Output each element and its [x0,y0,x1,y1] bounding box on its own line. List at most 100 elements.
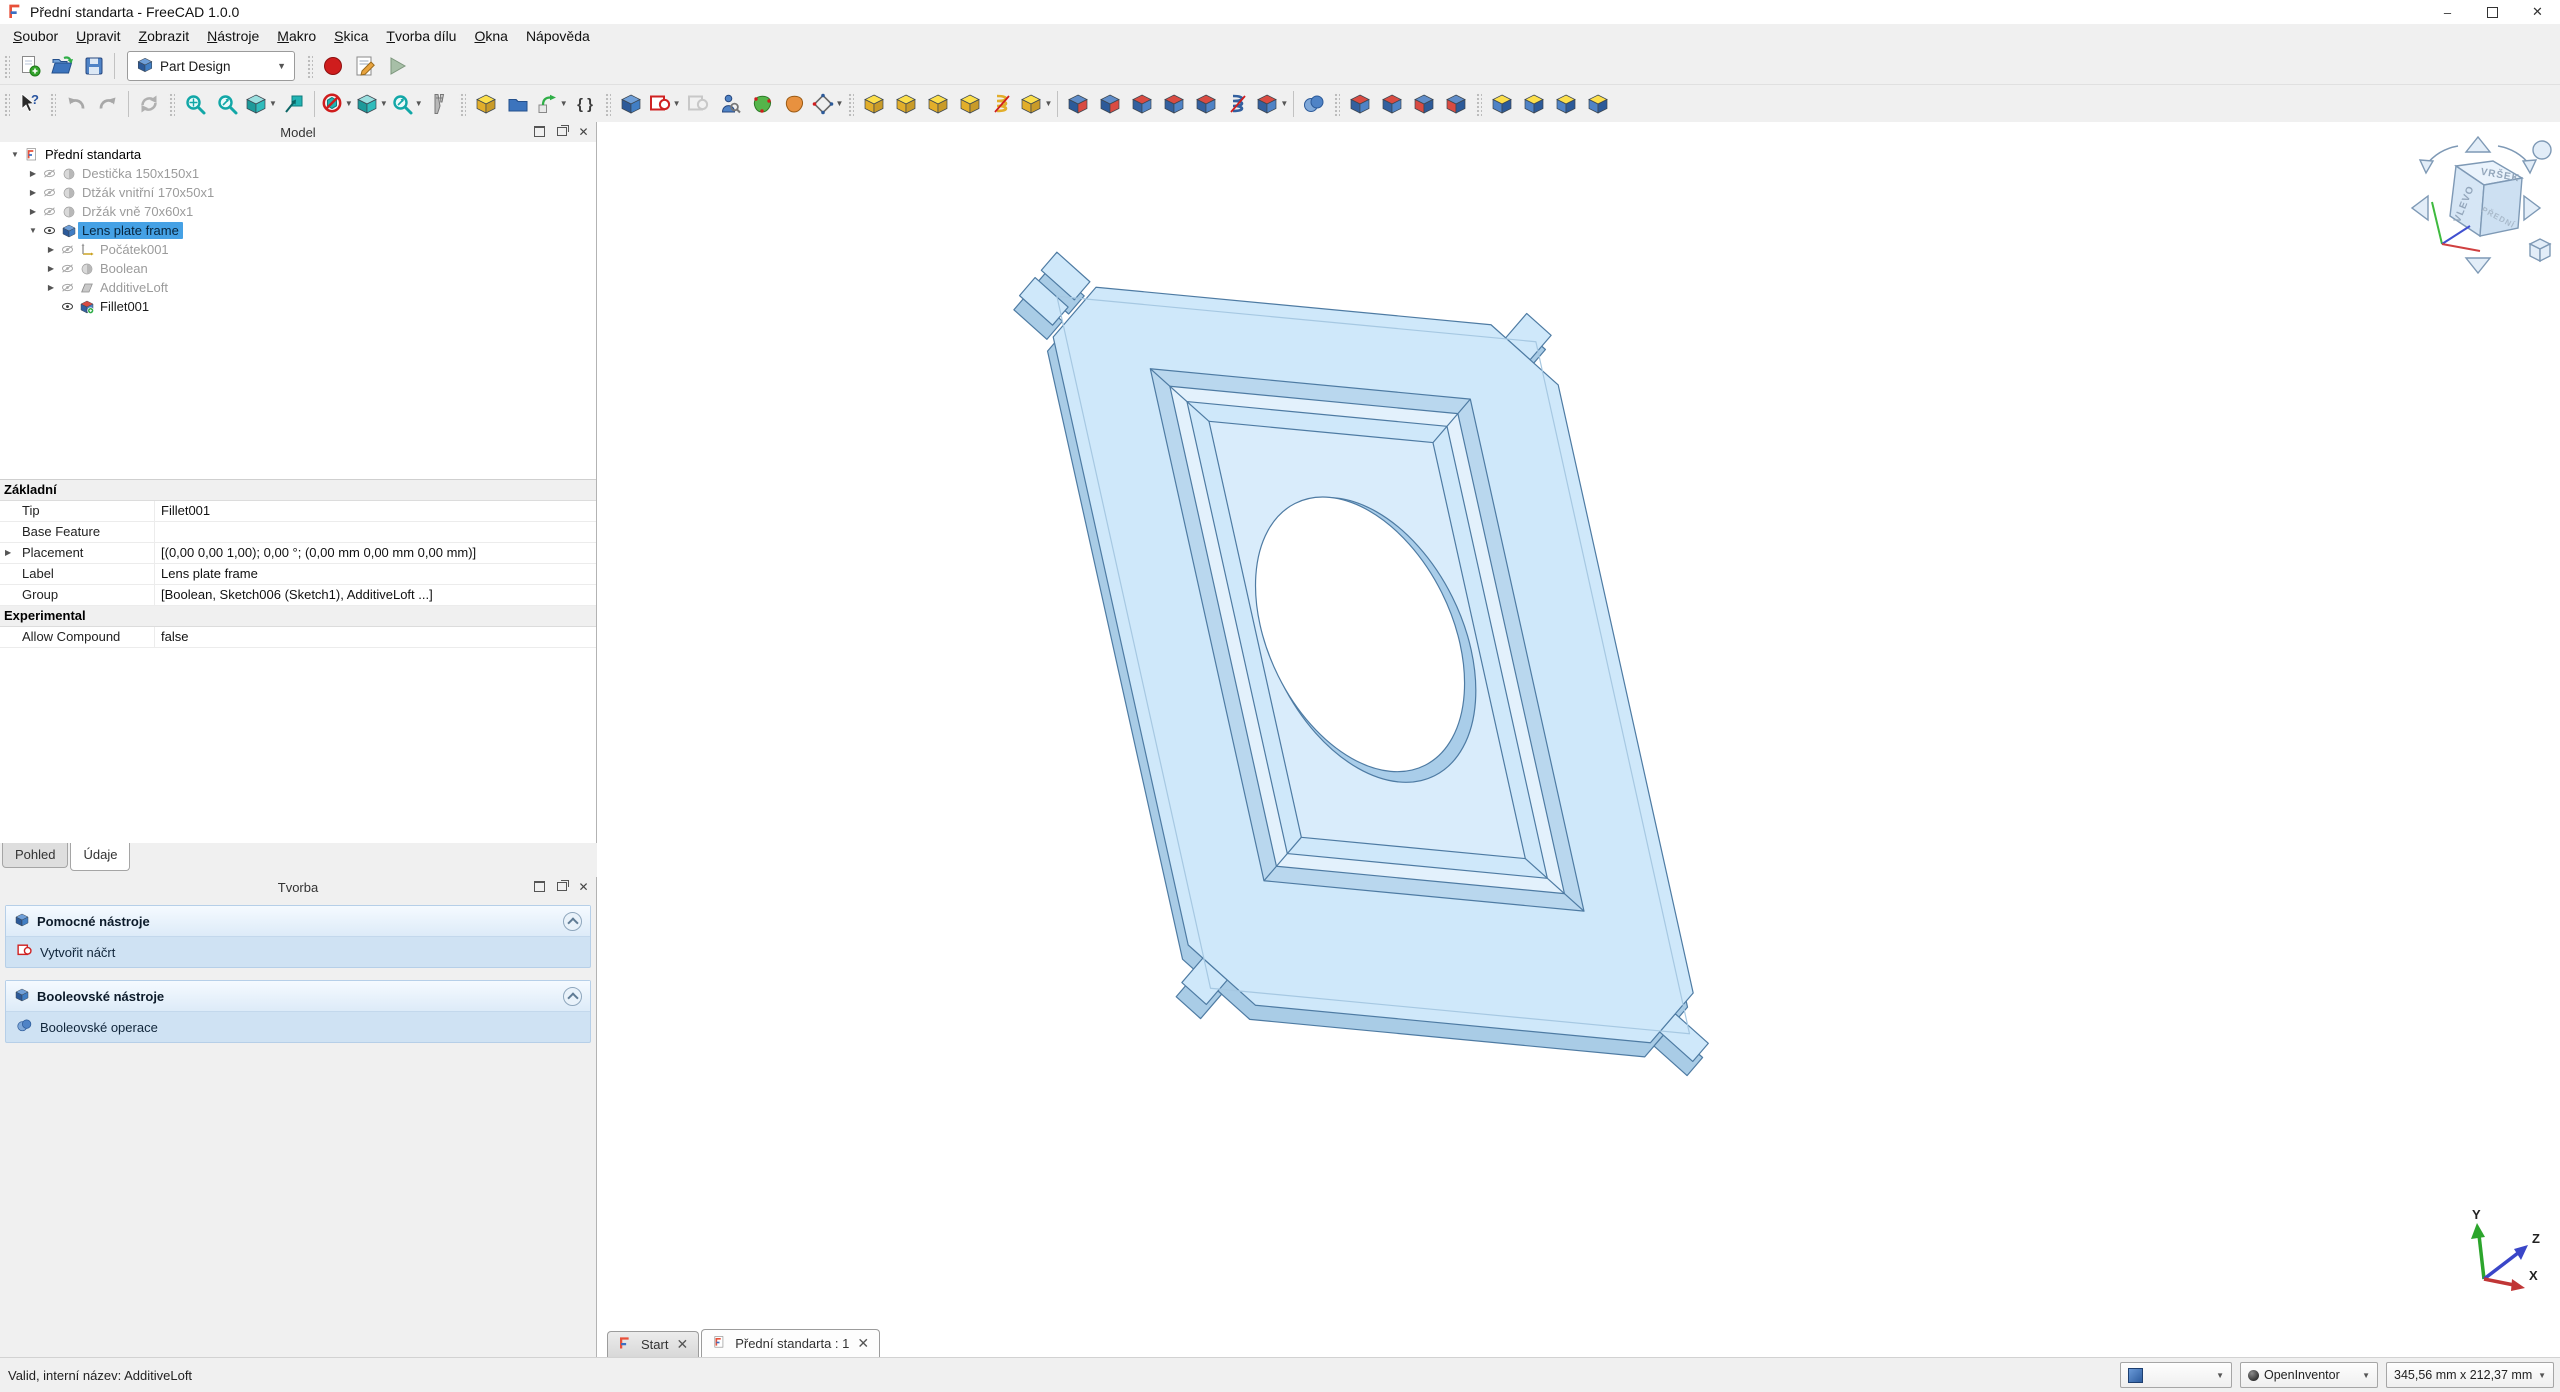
create-group-button[interactable] [502,89,534,119]
pocket-button[interactable] [1062,89,1094,119]
nav-rotate-cw-head[interactable] [2523,160,2536,173]
toolbar-grip[interactable] [3,54,10,78]
clone-button[interactable]: ▼ [810,89,845,119]
map-sketch-to-face-button[interactable] [746,89,778,119]
menu-soubor[interactable]: Soubor [4,25,67,47]
expand-arrow[interactable]: ▶ [26,188,40,197]
expand-arrow[interactable]: ▶ [26,169,40,178]
color-combo[interactable]: ▼ [2120,1362,2232,1388]
toolbar-grip[interactable] [459,92,466,116]
property-value[interactable]: false [155,627,596,647]
fit-all-button[interactable] [179,89,211,119]
float-button[interactable] [555,880,568,893]
renderer-combo[interactable]: OpenInventor▼ [2240,1362,2378,1388]
dock-button[interactable] [533,880,546,893]
menu-okna[interactable]: Okna [465,25,516,47]
3d-viewport[interactable]: VLEVO VRŠEK PŘEDNÍ Y Z X Start ✕ Přední … [597,122,2560,1358]
macro-record-button[interactable] [317,51,349,81]
expand-arrow[interactable]: ▶ [44,245,58,254]
linear-pattern-button[interactable] [1518,89,1550,119]
dimensions-combo[interactable]: 345,56 mm x 212,37 mm▼ [2386,1362,2554,1388]
toolbar-grip[interactable] [1475,92,1482,116]
tree-item-pocatek001[interactable]: ▶Počátek001 [0,240,596,259]
close-button[interactable]: ✕ [2515,0,2560,24]
additive-primitive-button[interactable]: ▼ [1018,89,1053,119]
additive-pipe-button[interactable] [954,89,986,119]
draft-button[interactable] [1408,89,1440,119]
measure-button[interactable] [424,89,456,119]
toolbar-grip[interactable] [168,92,175,116]
model-3d-part[interactable] [597,122,2560,1358]
nav-arrow-down[interactable] [2466,258,2490,273]
task-item-vytvorit-nacrt[interactable]: Vytvořit náčrt [6,937,590,967]
expand-arrow[interactable]: ▼ [26,226,40,235]
tree-item-additiveloft[interactable]: ▶AdditiveLoft [0,278,596,297]
menu-upravit[interactable]: Upravit [67,25,129,47]
tree-item-boolean[interactable]: ▶Boolean [0,259,596,278]
subtractive-helix-button[interactable] [1222,89,1254,119]
subtractive-loft-button[interactable] [1158,89,1190,119]
expression-button[interactable]: { } [569,89,601,119]
close-panel-icon[interactable]: ✕ [577,125,590,138]
document-tab-start[interactable]: Start ✕ [607,1331,699,1357]
expand-arrow[interactable]: ▶ [5,543,11,563]
task-item-booleovske-operace[interactable]: Booleovské operace [6,1012,590,1042]
shape-binder-button[interactable] [778,89,810,119]
create-part-button[interactable] [470,89,502,119]
menu-napoveda[interactable]: Nápověda [517,25,599,47]
property-value[interactable]: [Boolean, Sketch006 (Sketch1), AdditiveL… [155,585,596,605]
create-sketch-button[interactable]: ▼ [647,89,682,119]
toolbar-grip[interactable] [604,92,611,116]
zoom-tools-button[interactable]: ▼ [389,89,424,119]
toolbar-grip[interactable] [49,92,56,116]
draw-style-button[interactable]: ▼ [319,89,354,119]
tab-pohled[interactable]: Pohled [2,843,68,868]
save-document-button[interactable] [78,51,110,81]
tree-item-fillet001[interactable]: Fillet001 [0,297,596,316]
property-value[interactable] [155,522,596,542]
property-value[interactable]: Fillet001 [155,501,596,521]
tab-udaje[interactable]: Údaje [70,843,130,871]
fillet-button[interactable] [1344,89,1376,119]
expand-arrow[interactable]: ▶ [44,264,58,273]
menu-makro[interactable]: Makro [268,25,325,47]
make-link-button[interactable]: ▼ [534,89,569,119]
toolbar-grip[interactable] [1333,92,1340,116]
hole-button[interactable] [1094,89,1126,119]
minimize-button[interactable]: – [2425,0,2470,24]
nav-arrow-left[interactable] [2412,196,2428,220]
whats-this-button[interactable]: ? [14,89,46,119]
tree-item-predni-standarta[interactable]: ▼Přední standarta [0,145,596,164]
boolean-operation-button[interactable] [1298,89,1330,119]
tree-item-drzak-vne-70x60x1[interactable]: ▶Držák vně 70x60x1 [0,202,596,221]
property-value[interactable]: Lens plate frame [155,564,596,584]
revolution-button[interactable] [890,89,922,119]
toolbar-grip[interactable] [3,92,10,116]
multi-transform-button[interactable] [1582,89,1614,119]
toolbar-grip[interactable] [306,54,313,78]
refresh-button[interactable] [133,89,165,119]
undo-button[interactable] [60,89,92,119]
toolbar-grip[interactable] [847,92,854,116]
float-button[interactable] [555,125,568,138]
fit-selection-button[interactable] [211,89,243,119]
chamfer-button[interactable] [1376,89,1408,119]
menu-skica[interactable]: Skica [325,25,377,47]
thickness-button[interactable] [1440,89,1472,119]
workbench-selector[interactable]: Part Design ▼ [127,51,295,81]
task-section-header[interactable]: Booleovské nástroje [6,981,590,1012]
tree-item-dtzak-vnitrni-170x50x1[interactable]: ▶Dtžák vnitřní 170x50x1 [0,183,596,202]
nav-circle[interactable] [2533,141,2551,159]
groove-button[interactable] [1126,89,1158,119]
create-body-button[interactable] [615,89,647,119]
collapse-chevron-icon[interactable] [563,912,582,931]
redo-button[interactable] [92,89,124,119]
open-document-button[interactable] [46,51,78,81]
polar-pattern-button[interactable] [1550,89,1582,119]
collapse-chevron-icon[interactable] [563,987,582,1006]
menu-tvorba-dilu[interactable]: Tvorba dílu [377,25,465,47]
menu-nastroje[interactable]: Nástroje [198,25,268,47]
axonometric-view-button[interactable]: ▼ [243,89,278,119]
expand-arrow[interactable]: ▶ [26,207,40,216]
task-section-header[interactable]: Pomocné nástroje [6,906,590,937]
